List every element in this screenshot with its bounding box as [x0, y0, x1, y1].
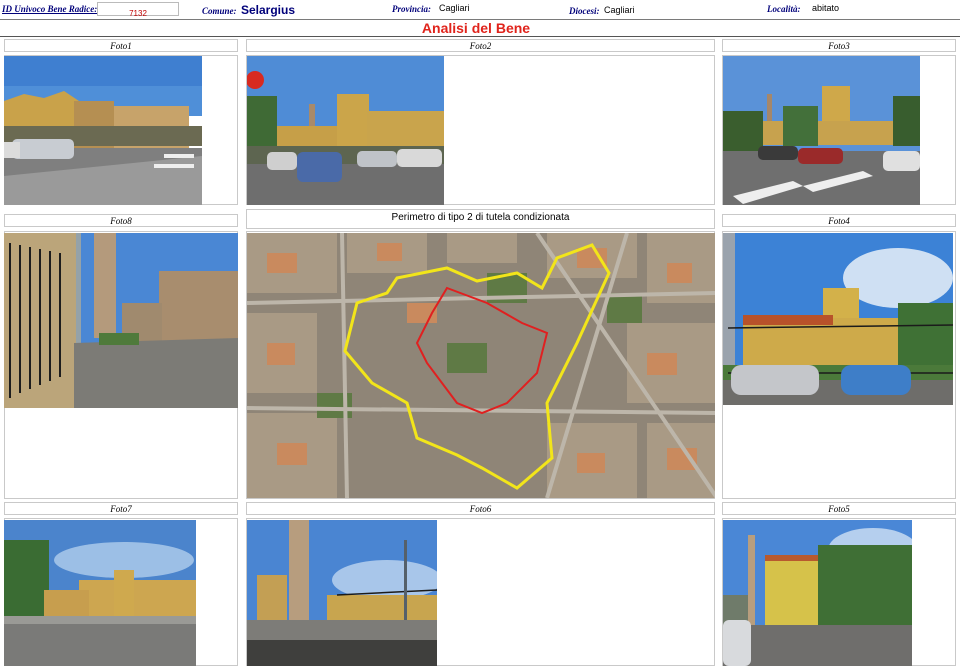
photo-foto1[interactable] [4, 56, 202, 205]
caption-foto1: Foto1 [4, 39, 238, 52]
header-bar: ID Univoco Bene Radice: 7132 Comune: Sel… [0, 0, 960, 20]
caption-foto8: Foto8 [4, 214, 238, 227]
diocesi-value: Cagliari [604, 5, 635, 15]
caption-foto6: Foto6 [246, 502, 715, 515]
title-divider [0, 36, 960, 37]
photo-foto8[interactable] [4, 233, 238, 408]
diocesi-label: Diocesi: [569, 6, 600, 16]
caption-map: Perimetro di tipo 2 di tutela condiziona… [246, 209, 715, 229]
caption-foto7: Foto7 [4, 502, 238, 515]
aerial-map[interactable] [247, 233, 715, 498]
id-value-box: 7132 [97, 2, 179, 18]
caption-foto2: Foto2 [246, 39, 715, 52]
photo-foto3[interactable] [723, 56, 920, 205]
comune-value: Selargius [241, 3, 296, 17]
photo-foto2[interactable] [247, 56, 444, 205]
localita-label: Località: [767, 4, 801, 14]
comune-label: Comune: [202, 6, 237, 16]
provincia-label: Provincia: [392, 4, 431, 14]
caption-foto3: Foto3 [722, 39, 956, 52]
photo-foto7[interactable] [4, 520, 196, 666]
photo-foto4[interactable] [723, 233, 953, 405]
page-title: Analisi del Bene [421, 20, 531, 36]
id-value: 7132 [129, 9, 147, 18]
caption-foto5: Foto5 [722, 502, 956, 515]
localita-value: abitato [812, 3, 840, 13]
provincia-value: Cagliari [439, 3, 470, 13]
photo-foto5[interactable] [723, 520, 912, 666]
id-label: ID Univoco Bene Radice: [2, 4, 98, 14]
caption-foto4: Foto4 [722, 214, 956, 227]
photo-foto6[interactable] [247, 520, 437, 666]
